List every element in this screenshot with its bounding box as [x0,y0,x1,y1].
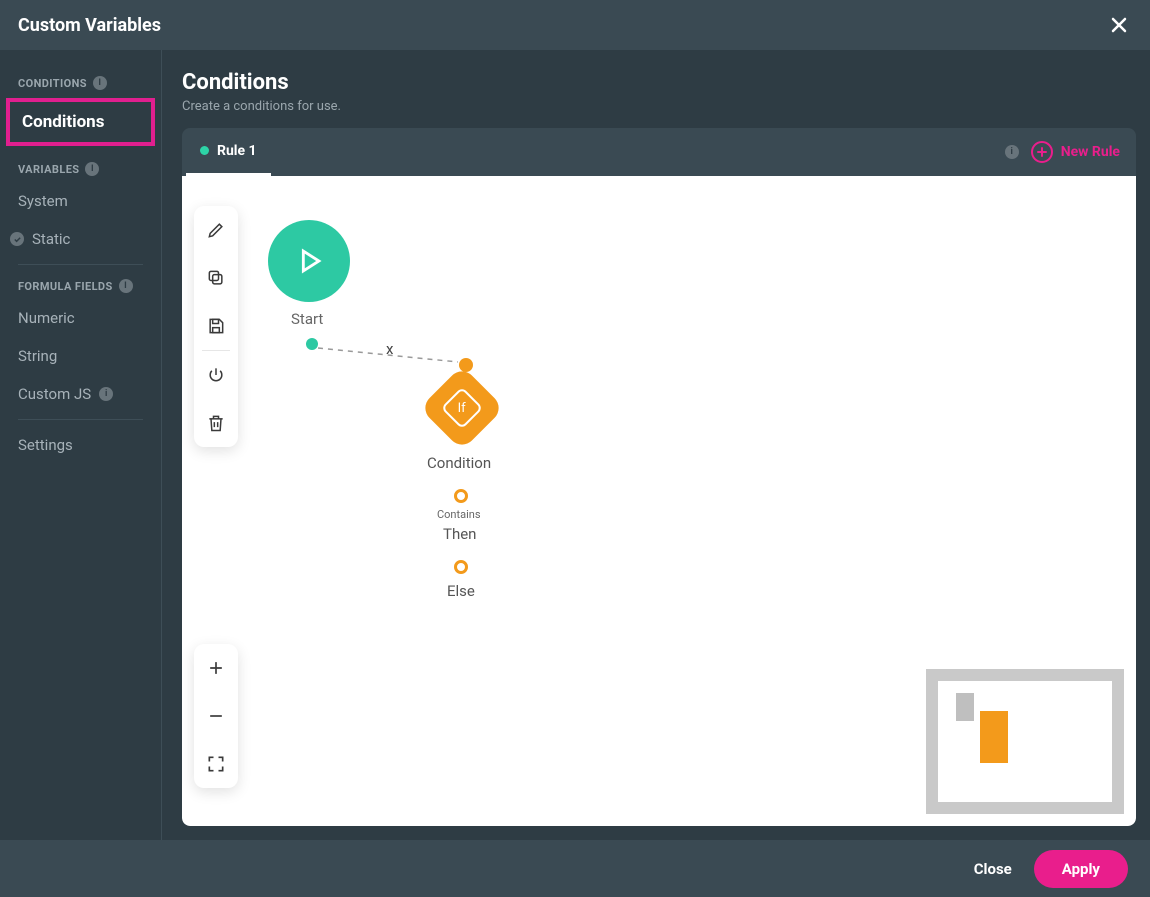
sidebar-item-label: System [18,192,68,210]
layout: CONDITIONS i Conditions VARIABLES i Syst… [0,50,1150,840]
else-label: Else [447,582,475,600]
new-rule-button[interactable]: New Rule [1031,141,1120,163]
minimap-viewport [938,681,1112,802]
output-port-icon[interactable] [306,338,318,350]
page-title: Conditions [182,70,1136,95]
new-rule-label: New Rule [1061,144,1120,160]
sidebar-item-system[interactable]: System [0,182,161,220]
sidebar-item-label: Custom JS [18,385,91,403]
footer: Close Apply [0,840,1150,897]
sidebar-section-conditions: CONDITIONS i [0,68,161,96]
divider [18,264,143,265]
sidebar-item-conditions[interactable]: Conditions [6,98,155,146]
else-port[interactable] [454,560,468,574]
sidebar-item-label: Conditions [22,112,104,132]
close-icon[interactable] [1106,12,1132,38]
info-icon[interactable]: i [93,76,107,90]
node-toolbar [194,206,238,447]
main-panel: Conditions Create a conditions for use. … [162,50,1150,840]
minimap-node-icon [956,693,974,721]
delete-button[interactable] [194,399,238,447]
contains-label: Contains [437,508,481,521]
tab-rule-1[interactable]: Rule 1 [186,128,271,176]
edit-button[interactable] [194,206,238,254]
power-button[interactable] [194,351,238,399]
sidebar-section-variables: VARIABLES i [0,154,161,182]
sidebar-section-label: VARIABLES [18,163,79,176]
info-icon[interactable]: i [119,279,133,293]
divider [18,419,143,420]
condition-glyph: If [458,401,466,416]
titlebar: Custom Variables [0,0,1150,50]
sidebar-item-label: Settings [18,436,73,454]
modal-title: Custom Variables [18,15,161,36]
sidebar-item-label: Numeric [18,309,75,327]
condition-node[interactable]: If [420,366,505,451]
sidebar-item-numeric[interactable]: Numeric [0,299,161,337]
sidebar-item-custom-js[interactable]: Custom JS i [0,375,161,413]
info-icon[interactable]: i [85,162,99,176]
page-subtitle: Create a conditions for use. [182,99,1136,114]
start-node[interactable] [268,220,350,302]
copy-button[interactable] [194,254,238,302]
tab-label: Rule 1 [217,143,257,159]
sidebar-item-static[interactable]: Static [0,220,161,258]
close-button[interactable]: Close [974,860,1012,878]
info-icon[interactable]: i [1005,145,1019,159]
delete-connection-icon[interactable]: x [386,340,393,358]
sidebar-section-label: FORMULA FIELDS [18,280,113,293]
flow-canvas[interactable]: Start x If Condition Contains Then Else [182,176,1136,826]
zoom-out-button[interactable] [194,692,238,740]
save-button[interactable] [194,302,238,350]
then-port[interactable] [454,489,468,503]
sidebar: CONDITIONS i Conditions VARIABLES i Syst… [0,50,162,840]
minimap-node-icon [980,711,1008,763]
info-icon[interactable]: i [99,387,113,401]
sidebar-item-settings[interactable]: Settings [0,426,161,464]
rule-panel: Rule 1 i New Rule [182,128,1136,826]
sidebar-item-label: Static [32,230,70,248]
apply-button[interactable]: Apply [1034,850,1128,888]
zoom-toolbar [194,644,238,788]
tabbar-right: i New Rule [1005,141,1120,163]
then-label: Then [443,525,476,543]
sidebar-section-formula-fields: FORMULA FIELDS i [0,271,161,299]
start-node-label: Start [291,310,323,328]
minimap[interactable] [926,669,1124,814]
fit-screen-button[interactable] [194,740,238,788]
tabs: Rule 1 [186,128,271,176]
zoom-in-button[interactable] [194,644,238,692]
plus-circle-icon [1031,141,1053,163]
status-dot-icon [200,146,209,155]
check-icon [10,232,24,246]
condition-node-label: Condition [427,454,491,472]
tab-bar: Rule 1 i New Rule [182,128,1136,176]
main-header: Conditions Create a conditions for use. [182,70,1136,114]
sidebar-section-label: CONDITIONS [18,77,87,90]
sidebar-item-label: String [18,347,57,365]
sidebar-item-string[interactable]: String [0,337,161,375]
